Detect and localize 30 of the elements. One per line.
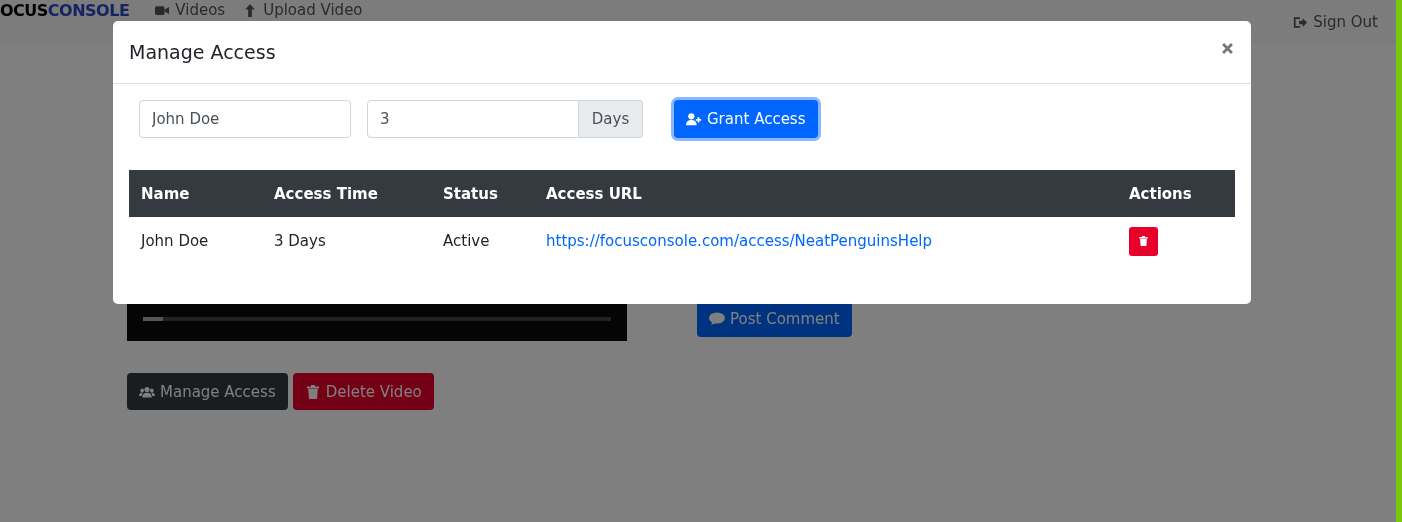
trash-icon xyxy=(1139,236,1148,246)
column-header: Status xyxy=(443,184,498,203)
manage-access-button[interactable]: Manage Access xyxy=(127,373,288,410)
table-cell: John Doe xyxy=(141,232,209,250)
upload-icon xyxy=(243,4,258,17)
trash-icon xyxy=(304,384,321,399)
grant-access-button[interactable]: Grant Access xyxy=(674,100,818,138)
delete-button[interactable] xyxy=(1129,226,1158,256)
close-icon[interactable] xyxy=(1222,42,1233,54)
access-url-link[interactable]: https://focusconsole.com/access/NeatPenguinsHelp xyxy=(546,232,933,250)
name-input-field[interactable]: John Doe xyxy=(139,100,351,138)
users-icon xyxy=(139,384,155,399)
nav-link[interactable]: Videos xyxy=(155,1,226,20)
column-header: Access URL xyxy=(546,184,642,203)
speech-bubble-icon xyxy=(709,311,725,326)
delete-video-button[interactable]: Delete Video xyxy=(292,373,434,410)
table-cell: Active xyxy=(443,232,490,250)
logo[interactable]: OCUSCONSOLE xyxy=(0,1,130,20)
days-addon: Days xyxy=(579,100,643,138)
column-header: Name xyxy=(141,184,190,203)
user-plus-icon xyxy=(686,112,702,126)
column-header: Actions xyxy=(1129,184,1192,203)
table-cell: 3 Days xyxy=(274,232,326,250)
sign-out-link[interactable]: Sign Out xyxy=(1293,13,1378,32)
column-header: Access Time xyxy=(274,184,378,203)
days-input-field[interactable]: 3 xyxy=(367,100,579,138)
sign-out-icon xyxy=(1293,16,1308,29)
modal-title: Manage Access xyxy=(129,41,276,63)
nav-link[interactable]: Upload Video xyxy=(243,1,363,20)
video-camera-icon xyxy=(155,4,170,17)
